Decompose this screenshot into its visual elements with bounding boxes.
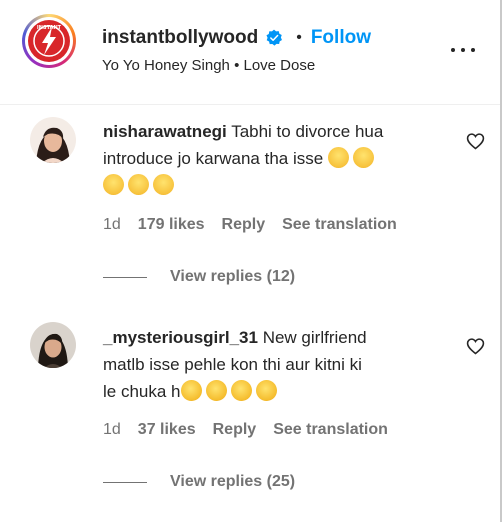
instant-bollywood-logo: INSTANT: [28, 20, 70, 62]
comment-body: matlb isse pehle kon thi aur kitni ki: [103, 355, 362, 374]
tears-of-joy-emoji-icon: [153, 174, 174, 195]
comment-author[interactable]: _mysteriousgirl_31: [103, 328, 258, 347]
view-replies-label: View replies (12): [170, 268, 296, 285]
tears-of-joy-emoji-icon: [103, 174, 124, 195]
rolling-laughing-emoji-icon: [227, 376, 255, 405]
replies-divider-line: [103, 276, 147, 278]
more-options-icon[interactable]: [451, 40, 475, 60]
rolling-laughing-emoji-icon: [202, 376, 230, 405]
follow-button[interactable]: Follow: [311, 27, 371, 49]
rolling-laughing-emoji-icon: [252, 376, 280, 405]
comment-text: _mysteriousgirl_31 New girlfriend matlb …: [103, 324, 443, 405]
commenter-avatar[interactable]: [30, 322, 76, 368]
like-heart-icon[interactable]: [466, 337, 485, 355]
view-replies-button[interactable]: View replies (25): [103, 472, 295, 492]
comment-body: Tabhi to divorce hua: [231, 122, 384, 141]
tears-of-joy-emoji-icon: [327, 147, 349, 168]
replies-divider-line: [103, 481, 147, 483]
see-translation-link[interactable]: See translation: [282, 216, 397, 233]
comment-time: 1d: [103, 216, 121, 233]
account-username[interactable]: instantbollywood: [102, 27, 258, 49]
comment-meta: 1d 37 likes Reply See translation: [103, 421, 405, 439]
separator-dot: •: [296, 29, 302, 46]
comment-author[interactable]: nisharawatnegi: [103, 122, 227, 141]
like-heart-icon[interactable]: [466, 132, 485, 150]
see-translation-link[interactable]: See translation: [273, 421, 388, 438]
likes-count[interactable]: 179 likes: [138, 216, 205, 233]
comment-body: le chuka h: [103, 382, 181, 401]
comment-text: nisharawatnegi Tabhi to divorce hua intr…: [103, 118, 443, 199]
emoji-group: [327, 147, 378, 168]
view-replies-button[interactable]: View replies (12): [103, 267, 295, 287]
verified-badge-icon: [266, 29, 283, 46]
account-avatar[interactable]: INSTANT: [22, 14, 76, 68]
likes-count[interactable]: 37 likes: [138, 421, 196, 438]
comment-meta: 1d 179 likes Reply See translation: [103, 216, 414, 234]
comment-time: 1d: [103, 421, 121, 438]
commenter-avatar[interactable]: [30, 117, 76, 163]
comment-body: New girlfriend: [262, 328, 367, 347]
rolling-laughing-emoji-icon: [177, 376, 205, 405]
username-row: instantbollywood • Follow: [102, 25, 371, 51]
reply-button[interactable]: Reply: [213, 421, 257, 438]
emoji-group: [177, 376, 281, 405]
svg-text:INSTANT: INSTANT: [37, 25, 62, 31]
tears-of-joy-emoji-icon: [352, 147, 374, 168]
reply-button[interactable]: Reply: [222, 216, 266, 233]
tears-of-joy-emoji-icon: [128, 174, 149, 195]
comment-body: introduce jo karwana tha isse: [103, 149, 324, 168]
audio-info[interactable]: Yo Yo Honey Singh • Love Dose: [102, 57, 315, 74]
emoji-group: [103, 174, 178, 195]
post-header: INSTANT instantbollywood • Follow Yo Yo …: [0, 0, 500, 105]
view-replies-label: View replies (25): [170, 473, 296, 490]
